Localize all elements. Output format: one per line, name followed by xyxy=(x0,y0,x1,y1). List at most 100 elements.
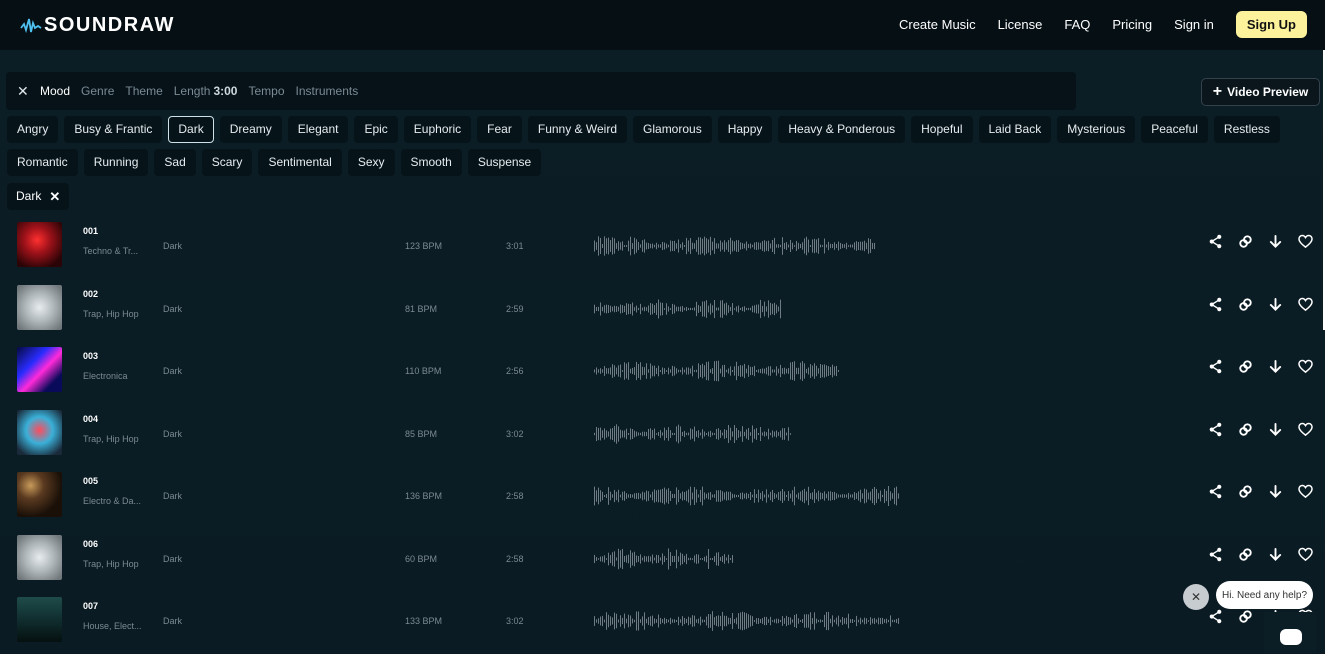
track-row[interactable]: 006 Trap, Hip Hop Dark 60 BPM 2:58 xyxy=(0,529,1325,592)
heart-icon[interactable] xyxy=(1290,422,1320,437)
mood-chip-restless[interactable]: Restless xyxy=(1213,116,1280,143)
waveform[interactable] xyxy=(594,419,792,449)
chat-close-icon[interactable]: ✕ xyxy=(1183,584,1209,610)
mood-chip-epic[interactable]: Epic xyxy=(354,116,398,143)
mood-chip-laid-back[interactable]: Laid Back xyxy=(978,116,1052,143)
track-thumbnail[interactable] xyxy=(17,347,62,392)
link-icon[interactable] xyxy=(1230,484,1260,499)
mood-chip-funny-and-weird[interactable]: Funny & Weird xyxy=(527,116,628,143)
track-row[interactable]: 003 Electronica Dark 110 BPM 2:56 xyxy=(0,341,1325,404)
share-icon[interactable] xyxy=(1200,422,1230,437)
mood-chip-romantic[interactable]: Romantic xyxy=(7,149,78,176)
waveform[interactable] xyxy=(594,356,840,386)
link-icon[interactable] xyxy=(1230,234,1260,249)
track-waveform[interactable] xyxy=(594,481,900,511)
heart-icon[interactable] xyxy=(1290,297,1320,312)
track-thumbnail[interactable] xyxy=(17,534,62,580)
track-thumbnail[interactable] xyxy=(17,409,62,455)
mood-chip-happy[interactable]: Happy xyxy=(717,116,773,143)
mood-chip-mysterious[interactable]: Mysterious xyxy=(1057,116,1136,143)
nav-create-music[interactable]: Create Music xyxy=(899,17,976,32)
download-icon[interactable] xyxy=(1260,297,1290,312)
video-preview-button[interactable]: + Video Preview xyxy=(1201,78,1320,106)
track-row[interactable]: 001 Techno & Tr... Dark 123 BPM 3:01 xyxy=(0,216,1325,279)
chat-launcher-button[interactable] xyxy=(1264,612,1316,653)
mood-chip-peaceful[interactable]: Peaceful xyxy=(1141,116,1208,143)
download-icon[interactable] xyxy=(1260,484,1290,499)
waveform[interactable] xyxy=(594,231,876,261)
link-icon[interactable] xyxy=(1230,547,1260,562)
mood-chip-euphoric[interactable]: Euphoric xyxy=(403,116,472,143)
share-icon[interactable] xyxy=(1200,297,1230,312)
share-icon[interactable] xyxy=(1200,234,1230,249)
mood-chip-dark[interactable]: Dark xyxy=(168,116,214,143)
nav-faq[interactable]: FAQ xyxy=(1064,17,1090,32)
waveform[interactable] xyxy=(594,544,734,574)
track-thumbnail[interactable] xyxy=(17,222,62,267)
logo[interactable]: SOUNDRAW xyxy=(20,12,175,38)
close-icon[interactable]: ✕ xyxy=(17,83,29,100)
mood-chip-hopeful[interactable]: Hopeful xyxy=(911,116,973,143)
mood-chip-scary[interactable]: Scary xyxy=(201,149,253,176)
mood-chip-angry[interactable]: Angry xyxy=(7,116,59,143)
tab-instruments[interactable]: Instruments xyxy=(296,84,359,98)
track-thumbnail[interactable] xyxy=(17,472,62,517)
tab-length[interactable]: Length 3:00 xyxy=(174,84,238,98)
link-icon[interactable] xyxy=(1230,422,1260,437)
mood-chip-heavy-and-ponderous[interactable]: Heavy & Ponderous xyxy=(778,116,906,143)
tab-tempo[interactable]: Tempo xyxy=(248,84,284,98)
track-row[interactable]: 004 Trap, Hip Hop Dark 85 BPM 3:02 xyxy=(0,404,1325,467)
nav-sign-in[interactable]: Sign in xyxy=(1174,17,1214,32)
mood-chip-sexy[interactable]: Sexy xyxy=(347,149,395,176)
share-icon[interactable] xyxy=(1200,609,1230,624)
track-row[interactable]: 005 Electro & Da... Dark 136 BPM 2:58 xyxy=(0,466,1325,529)
mood-chip-suspense[interactable]: Suspense xyxy=(467,149,542,176)
track-waveform[interactable] xyxy=(594,294,782,324)
mood-chip-sentimental[interactable]: Sentimental xyxy=(258,149,342,176)
track-waveform[interactable] xyxy=(594,231,876,261)
download-icon[interactable] xyxy=(1260,422,1290,437)
heart-icon[interactable] xyxy=(1290,547,1320,562)
waveform[interactable] xyxy=(594,481,900,511)
tab-mood[interactable]: Mood xyxy=(40,84,70,98)
sign-up-button[interactable]: Sign Up xyxy=(1235,11,1307,38)
mood-chip-busy-and-frantic[interactable]: Busy & Frantic xyxy=(64,116,163,143)
waveform-bar xyxy=(634,619,635,623)
download-icon[interactable] xyxy=(1260,547,1290,562)
tab-theme[interactable]: Theme xyxy=(125,84,162,98)
track-waveform[interactable] xyxy=(594,606,900,636)
download-icon[interactable] xyxy=(1260,359,1290,374)
download-icon[interactable] xyxy=(1260,234,1290,249)
link-icon[interactable] xyxy=(1230,297,1260,312)
share-icon[interactable] xyxy=(1200,484,1230,499)
chat-bubble[interactable]: Hi. Need any help? xyxy=(1216,581,1313,609)
nav-license[interactable]: License xyxy=(998,17,1043,32)
nav-pricing[interactable]: Pricing xyxy=(1112,17,1152,32)
active-filter-chip[interactable]: Dark ✕ xyxy=(7,183,70,210)
track-waveform[interactable] xyxy=(594,544,734,574)
link-icon[interactable] xyxy=(1230,359,1260,374)
mood-chip-glamorous[interactable]: Glamorous xyxy=(633,116,712,143)
tab-genre[interactable]: Genre xyxy=(81,84,114,98)
remove-filter-icon[interactable]: ✕ xyxy=(49,183,60,210)
mood-chip-elegant[interactable]: Elegant xyxy=(287,116,349,143)
heart-icon[interactable] xyxy=(1290,359,1320,374)
mood-chip-fear[interactable]: Fear xyxy=(477,116,522,143)
track-waveform[interactable] xyxy=(594,356,840,386)
track-thumbnail[interactable] xyxy=(17,284,62,330)
mood-chip-running[interactable]: Running xyxy=(83,149,149,176)
mood-chip-sad[interactable]: Sad xyxy=(154,149,196,176)
track-thumbnail[interactable] xyxy=(17,597,62,642)
heart-icon[interactable] xyxy=(1290,234,1320,249)
share-icon[interactable] xyxy=(1200,547,1230,562)
heart-icon[interactable] xyxy=(1290,484,1320,499)
track-row[interactable]: 002 Trap, Hip Hop Dark 81 BPM 2:59 xyxy=(0,279,1325,342)
mood-chip-dreamy[interactable]: Dreamy xyxy=(219,116,282,143)
mood-chip-smooth[interactable]: Smooth xyxy=(400,149,462,176)
waveform[interactable] xyxy=(594,294,782,324)
link-icon[interactable] xyxy=(1230,609,1260,624)
track-row[interactable]: 007 House, Elect... Dark 133 BPM 3:02 xyxy=(0,591,1325,654)
share-icon[interactable] xyxy=(1200,359,1230,374)
track-waveform[interactable] xyxy=(594,419,792,449)
waveform[interactable] xyxy=(594,606,900,636)
